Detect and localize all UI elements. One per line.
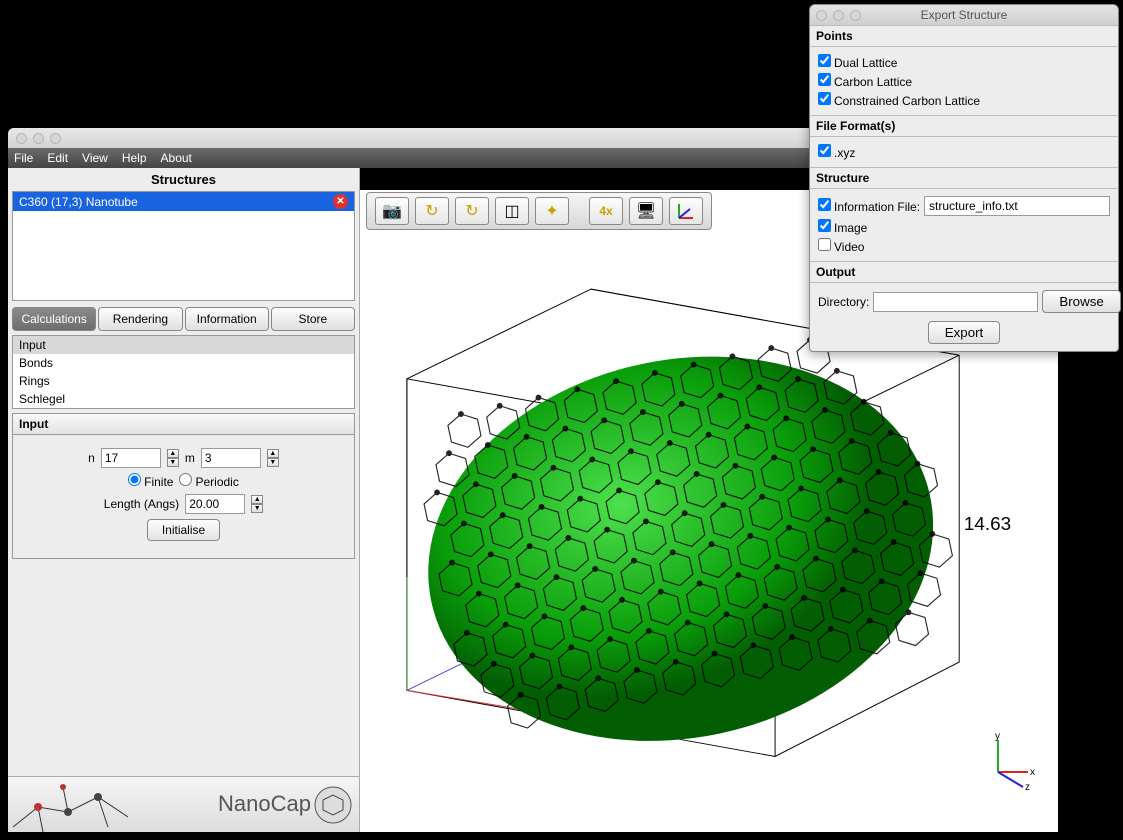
menu-about[interactable]: About: [161, 151, 192, 165]
subtab-input[interactable]: Input: [13, 336, 354, 354]
structures-title: Structures: [8, 168, 359, 191]
directory-input[interactable]: [873, 292, 1038, 312]
svg-text:y: y: [995, 732, 1000, 742]
sidebar-tabs: Calculations Rendering Information Store: [12, 307, 355, 331]
structure-item-label: C360 (17,3) Nanotube: [19, 195, 138, 209]
sidebar: Structures C360 (17,3) Nanotube ✕ Calcul…: [8, 168, 360, 832]
tab-store[interactable]: Store: [271, 307, 355, 331]
logo-text: NanoCap: [218, 791, 311, 817]
section-points: Points: [810, 25, 1118, 47]
tab-information[interactable]: Information: [185, 307, 269, 331]
m-label: m: [185, 451, 195, 465]
view-toolbar: 📷 ↻ ↻ ◫ ✦ 4x 🖥: [366, 192, 712, 230]
rotate-cw-icon[interactable]: ↻: [415, 197, 449, 225]
subtab-bonds[interactable]: Bonds: [13, 354, 354, 372]
export-dialog: Export Structure Points Dual Lattice Car…: [809, 4, 1119, 352]
length-stepper[interactable]: ▲▼: [251, 495, 263, 513]
logo-ball-icon: [313, 785, 353, 825]
zoom-window-icon[interactable]: [50, 133, 61, 144]
structure-item[interactable]: C360 (17,3) Nanotube ✕: [13, 192, 354, 211]
axis-gizmo-icon: x y z: [978, 732, 1038, 792]
perspective-icon[interactable]: ◫: [495, 197, 529, 225]
check-carbon-lattice[interactable]: Carbon Lattice: [818, 73, 912, 89]
check-info-file[interactable]: Information File:: [818, 198, 920, 214]
menu-edit[interactable]: Edit: [47, 151, 68, 165]
dialog-title: Export Structure: [921, 8, 1008, 22]
finite-radio[interactable]: Finite: [128, 473, 173, 489]
calc-subtabs: Input Bonds Rings Schlegel: [12, 335, 355, 409]
dim-right-mid: 14.63: [964, 514, 1011, 535]
check-image[interactable]: Image: [818, 219, 867, 235]
section-output: Output: [810, 261, 1118, 283]
browse-button[interactable]: Browse: [1042, 290, 1120, 313]
info-file-input[interactable]: [924, 196, 1110, 216]
initialise-button[interactable]: Initialise: [147, 519, 220, 541]
export-button[interactable]: Export: [928, 321, 1001, 344]
dialog-close-icon[interactable]: [816, 10, 827, 21]
input-panel-header: Input: [12, 413, 355, 435]
input-panel: n ▲▼ m ▲▼ Finite Periodic Length (Angs) …: [12, 435, 355, 559]
subtab-schlegel[interactable]: Schlegel: [13, 390, 354, 408]
tab-rendering[interactable]: Rendering: [98, 307, 182, 331]
length-label: Length (Angs): [104, 497, 179, 511]
check-xyz[interactable]: .xyz: [818, 144, 855, 160]
m-input[interactable]: [201, 448, 261, 468]
section-formats: File Format(s): [810, 115, 1118, 137]
tab-calculations[interactable]: Calculations: [12, 307, 96, 331]
target-icon[interactable]: ✦: [535, 197, 569, 225]
svg-text:z: z: [1025, 782, 1030, 792]
menu-help[interactable]: Help: [122, 151, 147, 165]
menu-view[interactable]: View: [82, 151, 108, 165]
n-label: n: [88, 451, 95, 465]
dialog-zoom-icon[interactable]: [850, 10, 861, 21]
rotate-ccw-icon[interactable]: ↻: [455, 197, 489, 225]
minimize-window-icon[interactable]: [33, 133, 44, 144]
svg-text:x: x: [1030, 767, 1035, 778]
antialias-icon[interactable]: 4x: [589, 197, 623, 225]
n-input[interactable]: [101, 448, 161, 468]
menu-file[interactable]: File: [14, 151, 33, 165]
axes-toggle-icon[interactable]: [669, 197, 703, 225]
logo-mesh-icon: [8, 777, 168, 832]
screenshot-icon[interactable]: 🖥: [629, 197, 663, 225]
m-stepper[interactable]: ▲▼: [267, 449, 279, 467]
window-controls: [16, 133, 61, 144]
subtab-rings[interactable]: Rings: [13, 372, 354, 390]
length-input[interactable]: [185, 494, 245, 514]
check-constrained-lattice[interactable]: Constrained Carbon Lattice: [818, 92, 980, 108]
camera-icon[interactable]: 📷: [375, 197, 409, 225]
structures-list[interactable]: C360 (17,3) Nanotube ✕: [12, 191, 355, 301]
check-dual-lattice[interactable]: Dual Lattice: [818, 54, 897, 70]
check-video[interactable]: Video: [818, 238, 864, 254]
remove-structure-icon[interactable]: ✕: [333, 194, 348, 209]
n-stepper[interactable]: ▲▼: [167, 449, 179, 467]
dialog-minimize-icon[interactable]: [833, 10, 844, 21]
close-window-icon[interactable]: [16, 133, 27, 144]
dialog-titlebar: Export Structure: [810, 5, 1118, 25]
periodic-radio[interactable]: Periodic: [179, 473, 238, 489]
section-structure: Structure: [810, 167, 1118, 189]
directory-label: Directory:: [818, 295, 869, 309]
logo-area: NanoCap: [8, 776, 359, 832]
